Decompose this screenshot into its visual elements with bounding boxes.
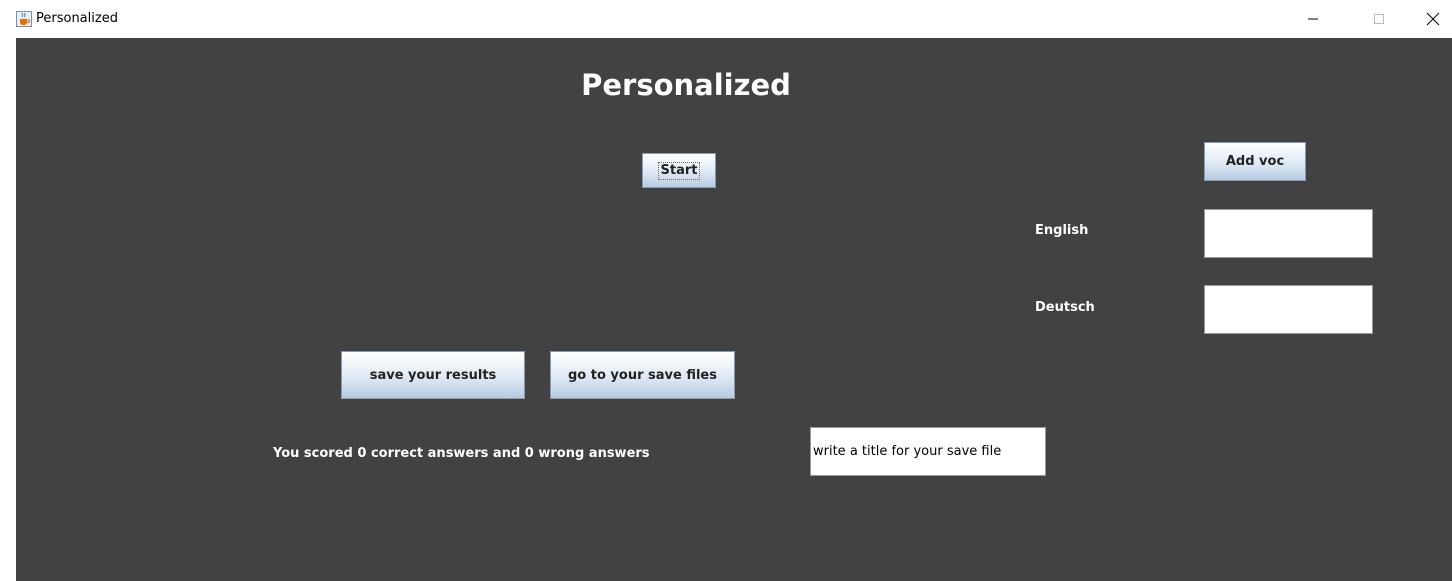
maximize-icon: [1374, 14, 1384, 24]
close-button[interactable]: [1410, 0, 1452, 38]
save-title-input[interactable]: [810, 427, 1046, 476]
go-to-save-files-button[interactable]: go to your save files: [550, 351, 735, 399]
score-text: You scored 0 correct answers and 0 wrong…: [273, 446, 650, 461]
deutsch-input[interactable]: [1204, 285, 1373, 334]
page-title: Personalized: [581, 68, 791, 102]
maximize-button[interactable]: [1356, 0, 1402, 38]
java-cup-icon: [16, 11, 32, 27]
english-input[interactable]: [1204, 209, 1373, 258]
start-button-label: Start: [657, 161, 701, 180]
start-button[interactable]: Start: [642, 153, 716, 188]
minimize-icon: [1308, 18, 1318, 20]
window-title: Personalized: [36, 11, 118, 26]
save-results-button[interactable]: save your results: [341, 351, 525, 399]
minimize-button[interactable]: [1290, 0, 1336, 38]
deutsch-label: Deutsch: [1035, 300, 1095, 315]
title-bar[interactable]: Personalized: [0, 0, 1452, 38]
close-icon: [1426, 12, 1440, 26]
add-voc-button[interactable]: Add voc: [1204, 142, 1306, 181]
main-panel: Personalized Start Add voc English Deuts…: [16, 38, 1452, 581]
english-label: English: [1035, 223, 1089, 238]
